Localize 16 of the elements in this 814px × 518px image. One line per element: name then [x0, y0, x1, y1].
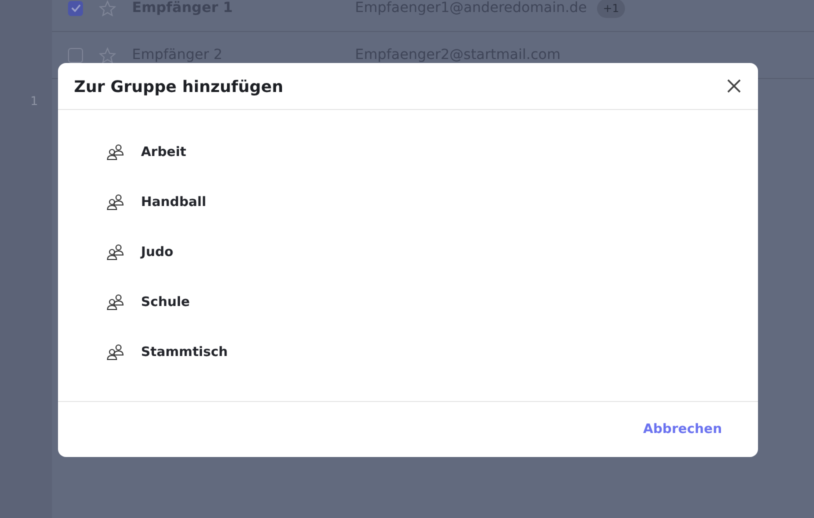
group-name[interactable]: Schule	[141, 294, 190, 310]
dialog-title: Zur Gruppe hinzufügen	[74, 76, 284, 96]
checkbox[interactable]	[68, 0, 83, 16]
star-icon[interactable]	[99, 0, 116, 16]
group-name[interactable]: Stammtisch	[141, 344, 228, 360]
check-icon	[70, 4, 80, 12]
star-icon[interactable]	[99, 46, 116, 64]
group-icon	[106, 294, 125, 310]
cancel-button[interactable]: Abbrechen	[639, 418, 726, 441]
group-icon	[106, 344, 125, 360]
group-icon	[106, 244, 125, 260]
group-icon	[106, 194, 125, 210]
group-name[interactable]: Handball	[141, 194, 206, 210]
group-name[interactable]: Judo	[141, 244, 174, 260]
group-icon	[106, 144, 125, 160]
group-name[interactable]: Arbeit	[141, 144, 186, 160]
